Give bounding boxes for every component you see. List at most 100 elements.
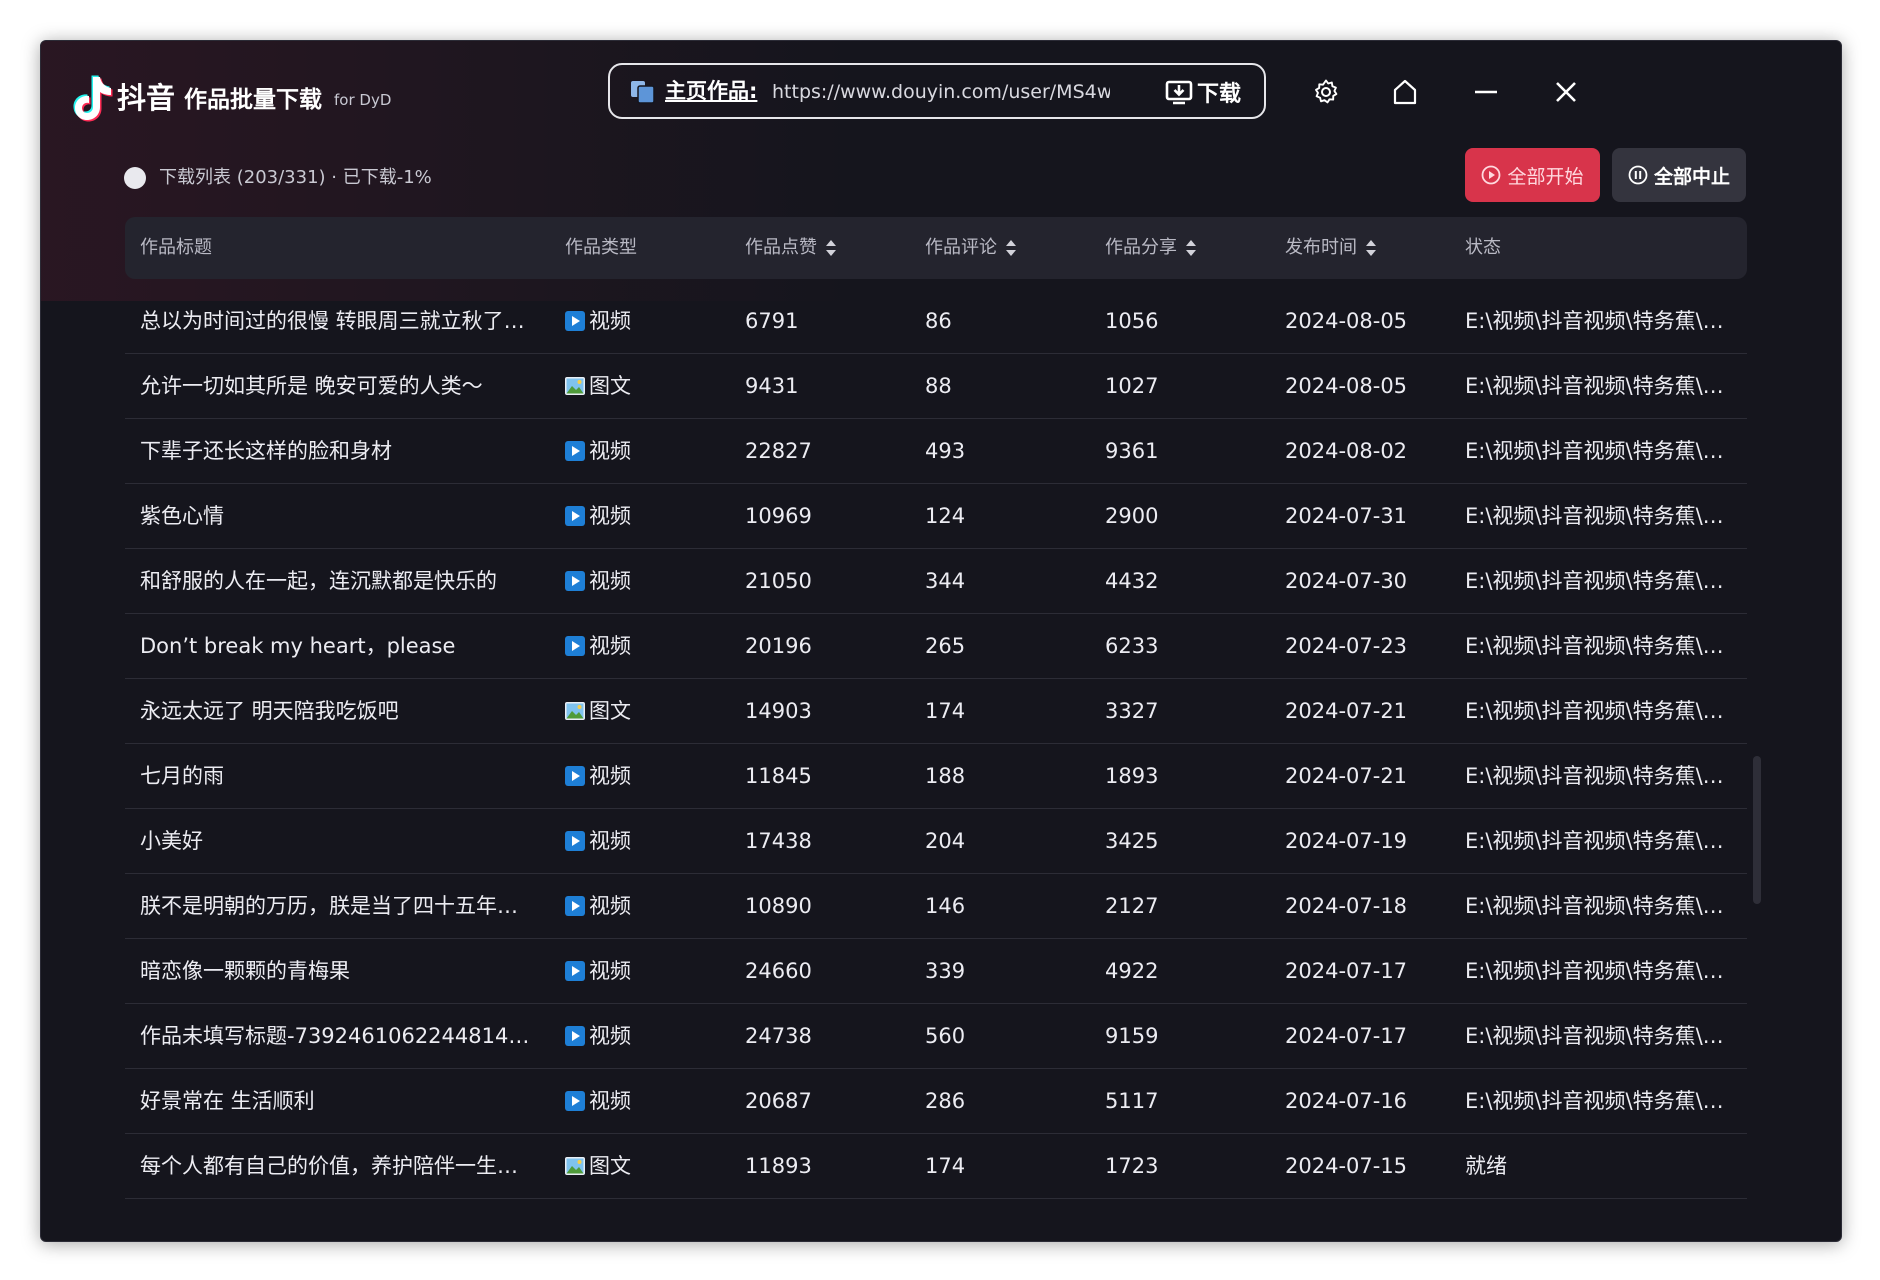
sort-icon[interactable] bbox=[1185, 239, 1197, 257]
download-status: E:\视频\抖音视频\特务蕉\2… bbox=[1465, 374, 1735, 398]
download-button[interactable]: 下载 bbox=[1165, 73, 1255, 111]
like-count: 22827 bbox=[745, 439, 812, 463]
video-icon bbox=[565, 961, 585, 981]
share-count: 1893 bbox=[1105, 764, 1159, 788]
table-row[interactable]: 允许一切如其所是 晚安可爱的人类～ 图文 9431 88 1027 2024-0… bbox=[125, 354, 1747, 419]
table-row[interactable]: 总以为时间过的很慢 转眼周三就立秋了… 视频 6791 86 1056 2024… bbox=[125, 289, 1747, 354]
download-status: E:\视频\抖音视频\特务蕉\2… bbox=[1465, 959, 1735, 983]
table-row[interactable]: 小美好 视频 17438 204 3425 2024-07-19 E:\视频\抖… bbox=[125, 809, 1747, 874]
comment-count: 146 bbox=[925, 894, 966, 918]
url-mode-label[interactable]: 主页作品: bbox=[665, 65, 757, 117]
work-type: 视频 bbox=[565, 1069, 685, 1133]
comment-count: 124 bbox=[925, 504, 966, 528]
stop-all-label: 全部中止 bbox=[1653, 165, 1730, 188]
start-all-button[interactable]: 全部开始 bbox=[1465, 148, 1600, 202]
work-title: 每个人都有自己的价值，养护陪伴一生… bbox=[140, 1154, 518, 1178]
comment-count: 86 bbox=[925, 309, 952, 333]
table-row[interactable]: 紫色心情 视频 10969 124 2900 2024-07-31 E:\视频\… bbox=[125, 484, 1747, 549]
like-count: 20196 bbox=[745, 634, 812, 658]
download-status: 就绪 bbox=[1465, 1154, 1507, 1178]
app-title: 作品批量下载 bbox=[184, 87, 322, 113]
share-count: 3327 bbox=[1105, 699, 1159, 723]
comment-count: 204 bbox=[925, 829, 966, 853]
url-input[interactable] bbox=[772, 77, 1110, 107]
pause-icon bbox=[1628, 165, 1648, 185]
work-title: 好景常在 生活顺利 bbox=[140, 1089, 315, 1113]
scrollbar-thumb[interactable] bbox=[1753, 756, 1761, 904]
video-icon bbox=[565, 766, 585, 786]
work-type: 视频 bbox=[565, 289, 685, 353]
work-title: 作品未填写标题-7392461062244814… bbox=[140, 1024, 530, 1048]
table-row[interactable]: 七月的雨 视频 11845 188 1893 2024-07-21 E:\视频\… bbox=[125, 744, 1747, 809]
work-title: 永远太远了 明天陪我吃饭吧 bbox=[140, 699, 399, 723]
work-title: 七月的雨 bbox=[140, 764, 224, 788]
table-row[interactable]: 和舒服的人在一起，连沉默都是快乐的 视频 21050 344 4432 2024… bbox=[125, 549, 1747, 614]
publish-date: 2024-07-18 bbox=[1285, 894, 1408, 918]
app-name: 抖音 bbox=[117, 81, 176, 115]
work-type: 视频 bbox=[565, 419, 685, 483]
video-icon bbox=[565, 636, 585, 656]
like-count: 10890 bbox=[745, 894, 812, 918]
like-count: 24738 bbox=[745, 1024, 812, 1048]
table-row[interactable]: 下辈子还长这样的脸和身材 视频 22827 493 9361 2024-08-0… bbox=[125, 419, 1747, 484]
share-count: 5117 bbox=[1105, 1089, 1159, 1113]
tiktok-logo-icon bbox=[73, 75, 113, 122]
comment-count: 286 bbox=[925, 1089, 966, 1113]
table-row[interactable]: 暗恋像一颗颗的青梅果 视频 24660 339 4922 2024-07-17 … bbox=[125, 939, 1747, 1004]
work-type: 视频 bbox=[565, 874, 685, 938]
status-indicator bbox=[124, 167, 146, 189]
header-shares[interactable]: 作品分享 bbox=[1105, 217, 1197, 279]
copy-icon bbox=[631, 81, 655, 104]
home-button[interactable] bbox=[1382, 69, 1428, 115]
stop-all-button[interactable]: 全部中止 bbox=[1612, 148, 1746, 202]
like-count: 6791 bbox=[745, 309, 799, 333]
video-icon bbox=[565, 311, 585, 331]
video-icon bbox=[565, 1026, 585, 1046]
work-type: 视频 bbox=[565, 744, 685, 808]
table-row[interactable]: Don’t break my heart，please 视频 20196 265… bbox=[125, 614, 1747, 679]
table-row[interactable]: 朕不是明朝的万历，朕是当了四十五年… 视频 10890 146 2127 202… bbox=[125, 874, 1747, 939]
share-count: 4432 bbox=[1105, 569, 1159, 593]
image-icon bbox=[565, 702, 585, 720]
table-row[interactable]: 永远太远了 明天陪我吃饭吧 图文 14903 174 3327 2024-07-… bbox=[125, 679, 1747, 744]
table-row[interactable]: 作品未填写标题-7392461062244814… 视频 24738 560 9… bbox=[125, 1004, 1747, 1069]
download-status: E:\视频\抖音视频\特务蕉\2… bbox=[1465, 894, 1735, 918]
app-window: 抖音 作品批量下载 for DyD 主页作品: 下载 bbox=[40, 40, 1842, 1242]
like-count: 17438 bbox=[745, 829, 812, 853]
header-title: 作品标题 bbox=[140, 237, 212, 258]
sort-icon[interactable] bbox=[1365, 239, 1377, 257]
publish-date: 2024-07-23 bbox=[1285, 634, 1408, 658]
publish-date: 2024-07-30 bbox=[1285, 569, 1408, 593]
work-type: 图文 bbox=[565, 679, 685, 743]
share-count: 2900 bbox=[1105, 504, 1159, 528]
close-button[interactable] bbox=[1543, 69, 1589, 115]
work-type: 图文 bbox=[565, 1134, 685, 1198]
download-status: E:\视频\抖音视频\特务蕉\2… bbox=[1465, 1089, 1735, 1113]
download-label: 下载 bbox=[1197, 82, 1242, 107]
settings-button[interactable] bbox=[1303, 69, 1349, 115]
header-date[interactable]: 发布时间 bbox=[1285, 217, 1377, 279]
share-count: 9361 bbox=[1105, 439, 1159, 463]
header-comments[interactable]: 作品评论 bbox=[925, 217, 1017, 279]
sort-icon[interactable] bbox=[825, 239, 837, 257]
publish-date: 2024-07-15 bbox=[1285, 1154, 1408, 1178]
comment-count: 174 bbox=[925, 1154, 966, 1178]
minimize-button[interactable] bbox=[1463, 69, 1509, 115]
home-icon bbox=[1393, 79, 1417, 105]
play-icon bbox=[1482, 165, 1501, 185]
work-type: 视频 bbox=[565, 939, 685, 1003]
table-row[interactable]: 好景常在 生活顺利 视频 20687 286 5117 2024-07-16 E… bbox=[125, 1069, 1747, 1134]
table-row[interactable]: 每个人都有自己的价值，养护陪伴一生… 图文 11893 174 1723 202… bbox=[125, 1134, 1747, 1199]
header-likes[interactable]: 作品点赞 bbox=[745, 217, 837, 279]
publish-date: 2024-07-21 bbox=[1285, 764, 1408, 788]
comment-count: 174 bbox=[925, 699, 966, 723]
sort-icon[interactable] bbox=[1005, 239, 1017, 257]
video-icon bbox=[565, 896, 585, 916]
comment-count: 339 bbox=[925, 959, 966, 983]
like-count: 14903 bbox=[745, 699, 812, 723]
video-icon bbox=[565, 831, 585, 851]
url-bar: 主页作品: 下载 bbox=[608, 63, 1266, 119]
work-title: 和舒服的人在一起，连沉默都是快乐的 bbox=[140, 569, 497, 593]
publish-date: 2024-08-05 bbox=[1285, 374, 1408, 398]
like-count: 20687 bbox=[745, 1089, 812, 1113]
